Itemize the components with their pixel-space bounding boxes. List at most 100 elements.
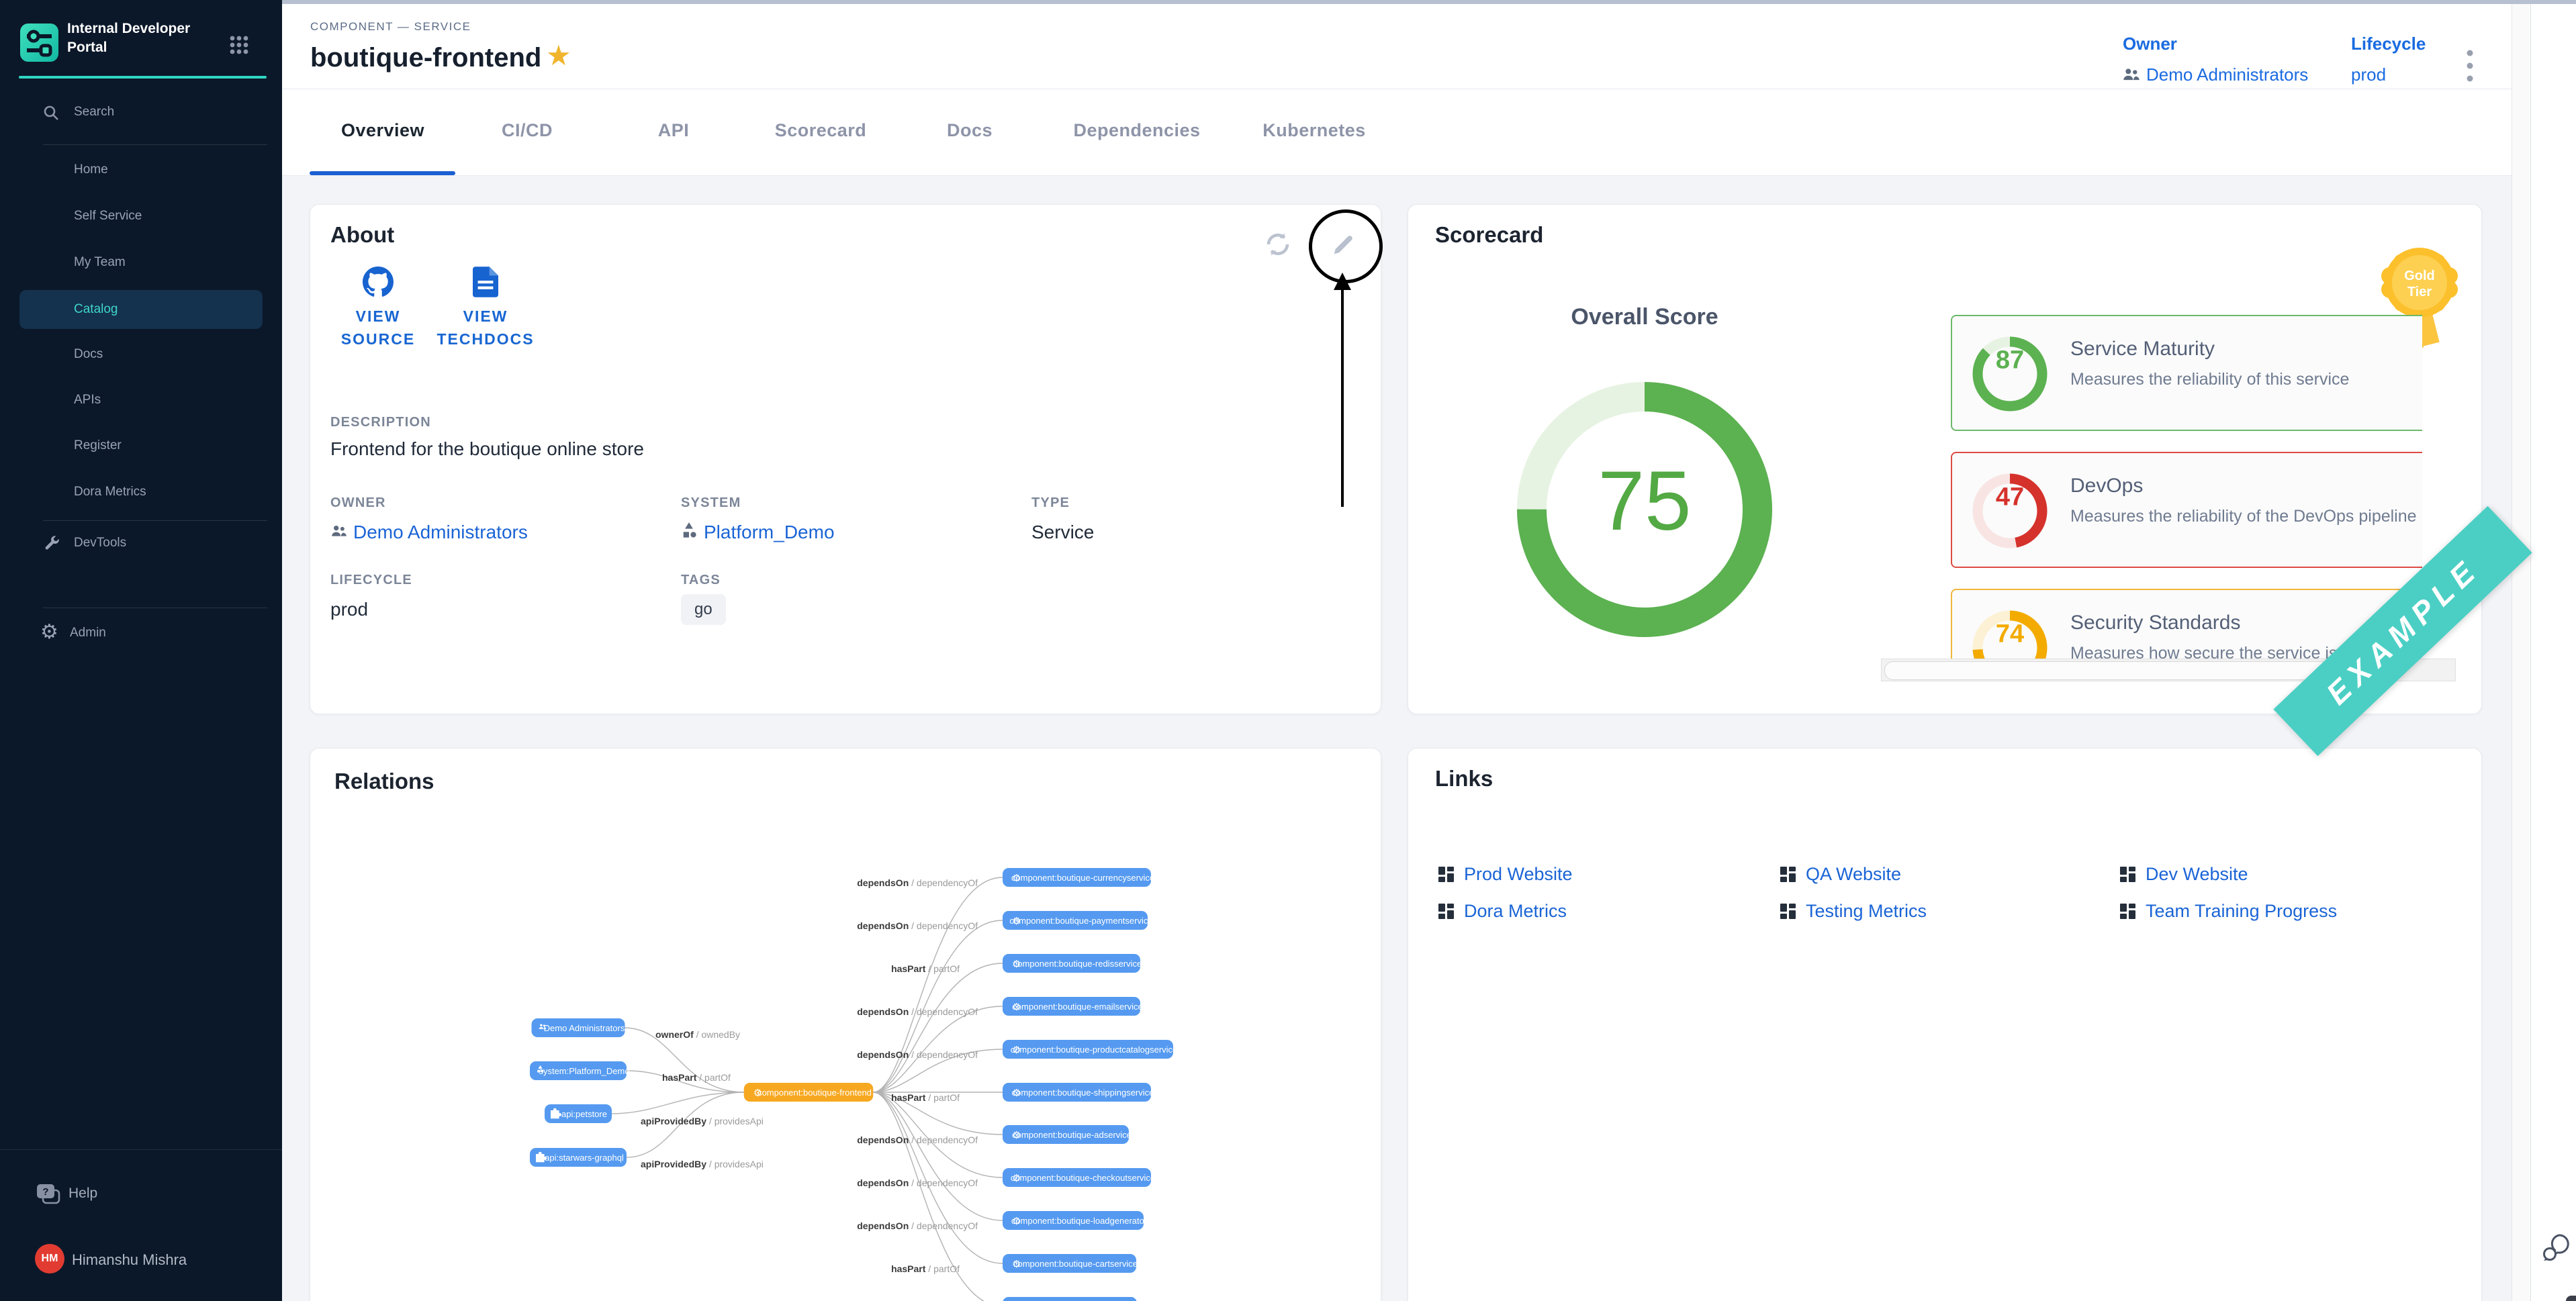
about-card: About VIEW SOURCE VIEW TECHDOCS DESCRIPT… xyxy=(310,204,1381,714)
sidebar-item-catalog[interactable]: Catalog xyxy=(19,290,263,329)
graph-node-component-boutique-redisservice[interactable]: ⚙component:boutique-redisservice xyxy=(1003,954,1142,973)
links-card: Links Prod WebsiteQA WebsiteDev WebsiteD… xyxy=(1408,748,2482,1301)
view-source-button[interactable]: VIEW SOURCE xyxy=(334,267,422,350)
sidebar-user[interactable]: HM Himanshu Mishra xyxy=(19,1239,263,1279)
refresh-icon[interactable] xyxy=(1264,230,1292,258)
graph-node-component-boutique-currencyservice[interactable]: ⚙component:boutique-currencyservice xyxy=(1003,868,1154,887)
dashboard-icon xyxy=(1438,904,1455,920)
link-label: Dora Metrics xyxy=(1464,901,1567,922)
sidebar-item-docs[interactable]: Docs xyxy=(19,335,263,374)
svg-text:component:boutique-currencyser: component:boutique-currencyservice xyxy=(1011,873,1154,883)
graph-node-component-boutique-emailservice[interactable]: ⚙component:boutique-emailservice xyxy=(1003,997,1143,1016)
sidebar-item-my-team[interactable]: My Team xyxy=(19,243,263,282)
tab-ci-cd[interactable]: CI/CD xyxy=(502,120,553,141)
tab-kubernetes[interactable]: Kubernetes xyxy=(1262,120,1366,141)
sidebar-item-devtools[interactable]: DevTools xyxy=(19,525,263,563)
link-label: Prod Website xyxy=(1464,864,1573,885)
graph-node-boutique-frontend[interactable]: ⚙component:boutique-frontend xyxy=(744,1083,874,1102)
metric-name: Service Maturity xyxy=(2070,338,2215,360)
breadcrumb: COMPONENT — SERVICE xyxy=(310,20,471,34)
link-qa-website[interactable]: QA Website xyxy=(1780,864,2120,885)
sidebar-item-label: Admin xyxy=(70,626,106,640)
tag-chip[interactable]: go xyxy=(681,594,726,625)
view-techdocs-button[interactable]: VIEW TECHDOCS xyxy=(428,267,543,350)
corner-element xyxy=(2566,1296,2576,1301)
sidebar-item-apis[interactable]: APIs xyxy=(19,381,263,420)
graph-node-component-boutique-paymentservice[interactable]: ⚙component:boutique-paymentservice xyxy=(1003,911,1153,930)
system-icon xyxy=(681,522,697,539)
owner-field-link[interactable]: Demo Administrators xyxy=(353,522,528,543)
sidebar-item-admin[interactable]: ⚙ Admin xyxy=(19,615,263,653)
app-switcher-grid-icon[interactable] xyxy=(230,35,248,55)
graph-node-system-platform-demo[interactable]: system:Platform_Demo xyxy=(530,1061,630,1080)
view-techdocs-label: VIEW TECHDOCS xyxy=(428,305,543,350)
tab-scorecard[interactable]: Scorecard xyxy=(775,120,867,141)
tab-api[interactable]: API xyxy=(658,120,690,141)
graph-node-component-boutique-productcatalogservice[interactable]: ⚙component:boutique-productcatalogservic… xyxy=(1003,1040,1177,1059)
view-source-label: VIEW SOURCE xyxy=(334,305,422,350)
metric-name: Security Standards xyxy=(2070,612,2240,634)
link-dora-metrics[interactable]: Dora Metrics xyxy=(1438,901,1780,922)
system-field-label: SYSTEM xyxy=(681,495,741,511)
divider xyxy=(43,144,267,145)
description-value: Frontend for the boutique online store xyxy=(330,438,644,460)
edge-label: dependsOn / dependencyOf xyxy=(857,877,978,888)
sidebar-search-label: Search xyxy=(74,105,114,119)
svg-text:system:Platform_Demo: system:Platform_Demo xyxy=(539,1066,629,1076)
right-gutter-panel xyxy=(2530,4,2576,1301)
sidebar-item-dora-metrics[interactable]: Dora Metrics xyxy=(19,473,263,512)
kebab-menu-icon[interactable] xyxy=(2466,48,2474,85)
tab-overview[interactable]: Overview xyxy=(341,120,424,141)
metric-card-devops[interactable]: 47DevOpsMeasures the reliability of the … xyxy=(1951,452,2422,568)
app-root: Internal Developer Portal Search HomeSel… xyxy=(0,0,2576,1301)
entity-header: COMPONENT — SERVICE boutique-frontend ★ … xyxy=(282,4,2530,89)
metric-value: 47 xyxy=(1970,483,2050,512)
tab-bar: Overview CI/CD API Scorecard Docs Dependencie… xyxy=(282,89,2530,176)
sidebar-item-home[interactable]: Home xyxy=(19,150,263,189)
scorecard-card: Scorecard Gold Tier Overall Score 75 87S… xyxy=(1408,204,2482,714)
sliders-logo-icon xyxy=(20,23,58,62)
sidebar-item-label: DevTools xyxy=(74,536,126,550)
sidebar-item-self-service[interactable]: Self Service xyxy=(19,197,263,236)
link-team-training-progress[interactable]: Team Training Progress xyxy=(2120,901,2446,922)
app-logo[interactable] xyxy=(20,23,58,62)
type-field-label: TYPE xyxy=(1031,495,1070,511)
link-label: Dev Website xyxy=(2146,864,2248,885)
link-prod-website[interactable]: Prod Website xyxy=(1438,864,1780,885)
owner-link[interactable]: Demo Administrators xyxy=(2146,64,2308,85)
owner-field-label: OWNER xyxy=(330,495,386,511)
link-testing-metrics[interactable]: Testing Metrics xyxy=(1780,901,2120,922)
tab-dependencies[interactable]: Dependencies xyxy=(1073,120,1200,141)
graph-node-component-boutique-adservice[interactable]: ⚙component:boutique-adservice xyxy=(1003,1125,1132,1144)
system-field-link[interactable]: Platform_Demo xyxy=(704,522,835,543)
graph-node-component-boutique-cartservice[interactable]: ⚙component:boutique-cartservice xyxy=(1003,1254,1138,1273)
divider xyxy=(43,520,267,521)
graph-node-api-starwars-graphql[interactable]: api:starwars-graphql xyxy=(530,1148,627,1167)
favorite-star-icon[interactable]: ★ xyxy=(546,39,571,72)
sidebar-search[interactable]: Search xyxy=(19,101,263,138)
sidebar-item-register[interactable]: Register xyxy=(19,426,263,465)
graph-node-component-boutique-loadgenerator[interactable]: ⚙component:boutique-loadgenerator xyxy=(1003,1211,1148,1230)
link-dev-website[interactable]: Dev Website xyxy=(2120,864,2446,885)
about-card-title: About xyxy=(330,222,394,248)
sidebar: Internal Developer Portal Search HomeSel… xyxy=(0,0,282,1301)
help-chat-icon: ? xyxy=(36,1184,60,1206)
graph-node-component-boutique-shippingservice[interactable]: ⚙component:boutique-shippingservice xyxy=(1003,1083,1154,1102)
lifecycle-field-label: LIFECYCLE xyxy=(330,573,412,588)
annotation-arrow xyxy=(1341,282,1344,507)
sidebar-item-help[interactable]: ? Help xyxy=(19,1175,263,1215)
graph-node-component-boutique-checkoutservice[interactable]: ⚙component:boutique-checkoutservice xyxy=(1003,1168,1155,1187)
tab-docs[interactable]: Docs xyxy=(947,120,993,141)
vertical-scrollbar[interactable] xyxy=(2512,4,2531,1301)
graph-node-cutoff[interactable]: ⚙ xyxy=(1003,1297,1137,1301)
page-title: boutique-frontend xyxy=(310,43,541,73)
graph-node-api-petstore[interactable]: api:petstore xyxy=(545,1104,612,1123)
dashboard-icon xyxy=(1780,867,1796,883)
graph-node-demo-administrators[interactable]: Demo Administrators xyxy=(532,1018,625,1037)
tags-field-label: TAGS xyxy=(681,573,721,588)
chat-bubbles-icon[interactable] xyxy=(2540,1231,2573,1263)
svg-text:component:boutique-checkoutser: component:boutique-checkoutservice xyxy=(1011,1173,1155,1183)
svg-text:Demo Administrators: Demo Administrators xyxy=(544,1023,625,1033)
edge-label: dependsOn / dependencyOf xyxy=(857,1177,978,1188)
metric-card-service-maturity[interactable]: 87Service MaturityMeasures the reliabili… xyxy=(1951,315,2422,431)
